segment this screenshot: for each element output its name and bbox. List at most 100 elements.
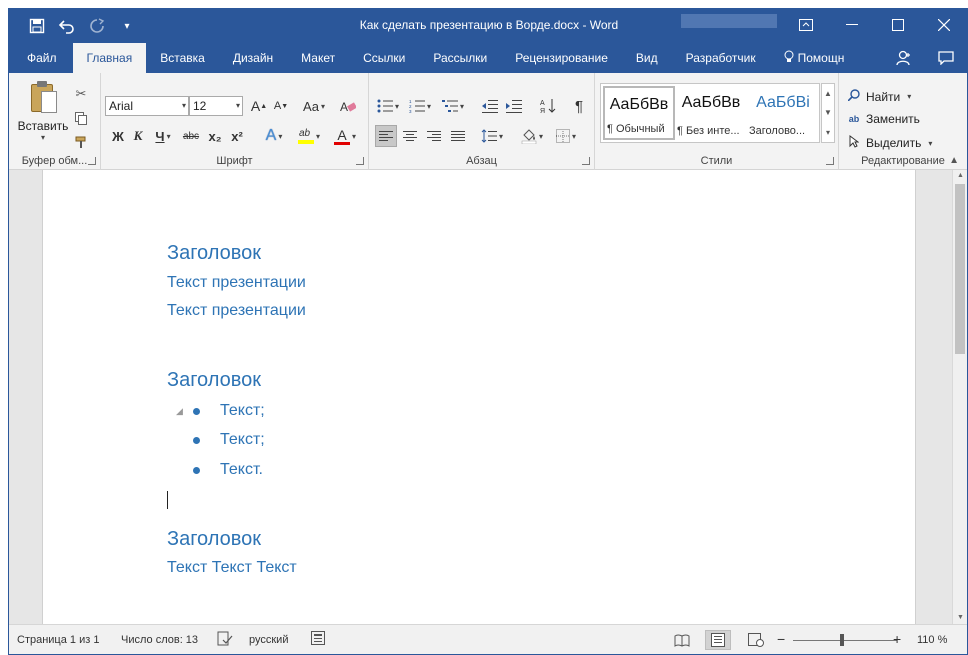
vertical-scrollbar[interactable]: ▲ ▼ xyxy=(952,170,967,624)
tab-home[interactable]: Главная xyxy=(72,43,147,73)
word-count[interactable]: Число слов: 13 xyxy=(121,634,198,646)
tab-view[interactable]: Вид xyxy=(622,43,672,73)
copy-icon[interactable] xyxy=(71,109,91,127)
web-layout-icon[interactable] xyxy=(743,630,769,650)
paragraph-launcher-icon[interactable] xyxy=(582,157,590,165)
style-no-spacing[interactable]: АаБбВв ¶ Без инте... xyxy=(675,86,747,140)
format-painter-icon[interactable] xyxy=(71,133,91,151)
heading-1[interactable]: Заголовок xyxy=(167,242,261,265)
bullet-item-3[interactable]: Текст. xyxy=(193,461,263,479)
macro-record-icon[interactable] xyxy=(311,631,325,648)
align-center-button[interactable] xyxy=(399,125,421,147)
increase-indent-icon[interactable] xyxy=(503,95,525,117)
font-launcher-icon[interactable] xyxy=(356,157,364,165)
text-effects-button[interactable]: A ▾ xyxy=(259,125,289,147)
heading-3[interactable]: Заголовок xyxy=(167,528,261,551)
numbering-button[interactable]: 1 2 3 ▾ xyxy=(405,95,435,117)
styles-gallery-scroll[interactable]: ▲ ▼ ▾ xyxy=(821,83,835,143)
customize-qat-icon[interactable]: ▾ xyxy=(117,16,137,36)
cut-icon[interactable]: ✂ xyxy=(71,85,91,103)
share-user-icon[interactable] xyxy=(883,43,925,73)
highlight-button[interactable]: ab ▾ xyxy=(293,125,325,147)
underline-button[interactable]: Ч ▾ xyxy=(149,125,177,147)
align-left-button[interactable] xyxy=(375,125,397,147)
borders-button[interactable]: ▾ xyxy=(551,125,581,147)
font-size-combo[interactable]: 12 ▾ xyxy=(189,96,243,116)
print-layout-icon[interactable] xyxy=(705,630,731,650)
body-line-3[interactable]: Текст Текст Текст xyxy=(167,559,297,577)
bold-button[interactable]: Ж xyxy=(109,125,127,147)
line-spacing-button[interactable]: ▾ xyxy=(477,125,507,147)
change-case-button[interactable]: Aa ▾ xyxy=(299,95,329,117)
redo-icon[interactable] xyxy=(87,16,107,36)
tab-mailings[interactable]: Рассылки xyxy=(419,43,501,73)
tab-developer[interactable]: Разработчик xyxy=(672,43,770,73)
multilevel-list-button[interactable]: ▾ xyxy=(437,95,469,117)
clipboard-launcher-icon[interactable] xyxy=(88,157,96,165)
page-count[interactable]: Страница 1 из 1 xyxy=(17,634,99,646)
font-color-button[interactable]: A ▾ xyxy=(329,125,361,147)
save-icon[interactable] xyxy=(27,16,47,36)
tab-insert[interactable]: Вставка xyxy=(146,43,219,73)
show-marks-button[interactable]: ¶ xyxy=(569,95,589,117)
close-icon[interactable] xyxy=(921,9,967,41)
decrease-indent-icon[interactable] xyxy=(479,95,501,117)
scroll-thumb[interactable] xyxy=(955,184,965,354)
bullet-item-1[interactable]: Текст; xyxy=(193,402,265,420)
body-line-1[interactable]: Текст презентации xyxy=(167,274,306,292)
strikethrough-button[interactable]: abc xyxy=(179,125,203,147)
tab-review[interactable]: Рецензирование xyxy=(501,43,622,73)
bullets-icon xyxy=(377,99,393,113)
minimize-icon[interactable] xyxy=(829,9,875,41)
zoom-level[interactable]: 110 % xyxy=(917,634,947,646)
gallery-up-icon[interactable]: ▲ xyxy=(824,89,832,98)
sort-icon[interactable]: AЯ xyxy=(537,95,559,117)
italic-button[interactable]: К xyxy=(129,125,147,147)
zoom-slider-thumb[interactable] xyxy=(840,634,844,646)
style-heading[interactable]: АаБбВі Заголово... xyxy=(747,86,819,140)
comments-icon[interactable] xyxy=(925,43,967,73)
superscript-button[interactable]: x² xyxy=(227,125,247,147)
shrink-font-button[interactable]: A ▼ xyxy=(271,95,291,117)
subscript-button[interactable]: x₂ xyxy=(205,125,225,147)
bullet-item-2[interactable]: Текст; xyxy=(193,431,265,449)
paste-button[interactable]: Вставить ▾ xyxy=(15,81,71,142)
gallery-down-icon[interactable]: ▼ xyxy=(824,108,832,117)
language[interactable]: русский xyxy=(249,634,288,646)
bullet-text: Текст; xyxy=(220,402,265,419)
maximize-icon[interactable] xyxy=(875,9,921,41)
zoom-out-button[interactable]: − xyxy=(777,631,785,647)
tab-file[interactable]: Файл xyxy=(9,43,73,73)
tab-tell-me[interactable]: Помощн xyxy=(770,43,859,73)
proofing-icon[interactable] xyxy=(217,631,233,650)
styles-launcher-icon[interactable] xyxy=(826,157,834,165)
body-line-2[interactable]: Текст презентации xyxy=(167,302,306,320)
zoom-in-button[interactable]: + xyxy=(893,631,901,647)
svg-text:A: A xyxy=(340,100,348,113)
grow-font-button[interactable]: A ▲ xyxy=(249,95,269,117)
scroll-up-icon[interactable]: ▲ xyxy=(953,170,967,182)
collapse-ribbon-icon[interactable]: ▲ xyxy=(949,155,959,166)
style-normal[interactable]: АаБбВв ¶ Обычный xyxy=(603,86,675,140)
gallery-more-icon[interactable]: ▾ xyxy=(826,128,830,137)
font-name-combo[interactable]: Arial ▾ xyxy=(105,96,189,116)
ribbon-display-options-icon[interactable] xyxy=(783,9,829,41)
heading-2[interactable]: Заголовок xyxy=(167,369,261,392)
select-button[interactable]: Выделить ▾ xyxy=(847,135,932,151)
justify-button[interactable] xyxy=(447,125,469,147)
tab-layout[interactable]: Макет xyxy=(287,43,349,73)
shading-button[interactable]: ▾ xyxy=(517,125,547,147)
tab-design[interactable]: Дизайн xyxy=(219,43,287,73)
bullets-button[interactable]: ▾ xyxy=(373,95,403,117)
collapse-heading-icon[interactable]: ◢ xyxy=(176,406,183,417)
replace-button[interactable]: ab Заменить xyxy=(847,112,920,126)
undo-icon[interactable] xyxy=(57,16,77,36)
find-button[interactable]: Найти ▾ xyxy=(847,89,911,104)
zoom-slider-track[interactable] xyxy=(793,640,897,641)
scroll-down-icon[interactable]: ▼ xyxy=(953,612,967,624)
read-mode-icon[interactable] xyxy=(669,630,695,650)
document-page[interactable]: Заголовок Текст презентации Текст презен… xyxy=(42,170,916,624)
tab-references[interactable]: Ссылки xyxy=(349,43,419,73)
clear-formatting-icon[interactable]: A xyxy=(337,95,359,117)
align-right-button[interactable] xyxy=(423,125,445,147)
